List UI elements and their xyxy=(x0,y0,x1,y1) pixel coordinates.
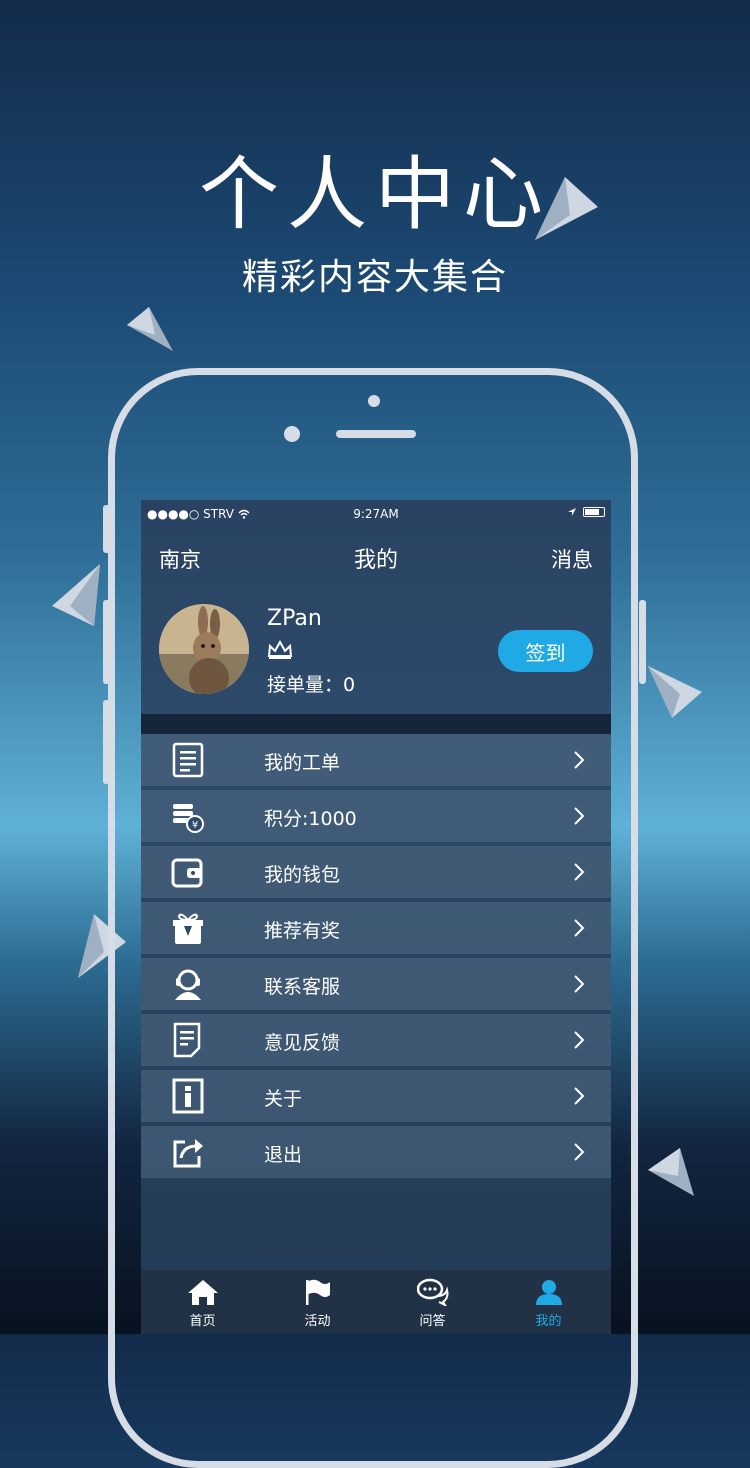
chevron-right-icon xyxy=(574,975,585,993)
gift-icon xyxy=(173,913,203,944)
flag-icon xyxy=(306,1279,330,1305)
chat-bubbles-icon xyxy=(417,1278,449,1306)
paper-plane-icon xyxy=(127,307,173,351)
tab-label: 问答 xyxy=(419,1314,446,1329)
menu-list: 我的工单 ¥ 积分:1000 我的钱包 推荐有奖 联系客服 意见反馈 关于 退出 xyxy=(141,734,611,1182)
menu-item-label: 我的钱包 xyxy=(264,864,341,886)
paper-plane-icon xyxy=(648,666,702,718)
feedback-form-icon xyxy=(173,1022,201,1058)
menu-item-about[interactable]: 关于 xyxy=(141,1070,611,1122)
menu-item-logout[interactable]: 退出 xyxy=(141,1126,611,1178)
paper-plane-icon xyxy=(648,1148,694,1196)
tab-label: 首页 xyxy=(189,1314,216,1329)
rabbit-avatar-image xyxy=(159,604,249,694)
sign-in-button[interactable]: 签到 xyxy=(498,630,593,672)
phone-sensor xyxy=(284,426,300,442)
username: ZPan xyxy=(267,606,322,631)
menu-item-work-orders[interactable]: 我的工单 xyxy=(141,734,611,786)
menu-item-referral[interactable]: 推荐有奖 xyxy=(141,902,611,954)
user-icon xyxy=(536,1280,562,1305)
tab-label: 我的 xyxy=(535,1314,562,1329)
phone-power-button xyxy=(639,600,646,684)
crown-icon xyxy=(267,640,293,659)
tab-mine[interactable]: 我的 xyxy=(490,1270,607,1334)
document-list-icon xyxy=(172,742,204,778)
chevron-right-icon xyxy=(574,919,585,937)
promo-subtitle: 精彩内容大集合 xyxy=(241,257,508,298)
paper-plane-icon xyxy=(535,177,598,240)
tab-label: 活动 xyxy=(304,1314,331,1329)
phone-mute-switch xyxy=(103,505,110,553)
page-title: 我的 xyxy=(353,548,398,573)
menu-item-label: 积分:1000 xyxy=(264,808,357,830)
section-divider xyxy=(141,714,611,734)
chevron-right-icon xyxy=(574,1143,585,1161)
menu-item-label: 我的工单 xyxy=(264,752,341,774)
phone-volume-up xyxy=(103,600,110,684)
paper-plane-icon xyxy=(52,564,100,626)
home-icon xyxy=(188,1280,218,1305)
battery-icon xyxy=(583,507,605,517)
menu-item-points[interactable]: ¥ 积分:1000 xyxy=(141,790,611,842)
nav-bar: 南京 我的 消息 xyxy=(141,528,611,588)
profile-card: ZPan 接单量：0 签到 xyxy=(141,588,611,714)
svg-text:¥: ¥ xyxy=(192,820,198,831)
menu-item-label: 联系客服 xyxy=(264,976,341,998)
menu-item-feedback[interactable]: 意见反馈 xyxy=(141,1014,611,1066)
promo-title: 个人中心 xyxy=(199,148,551,241)
app-screen: ●●●●○ STRV 9:27AM 南京 我的 消息 ZPan 接单量：0 签到… xyxy=(141,500,611,1334)
chevron-right-icon xyxy=(574,751,585,769)
info-icon xyxy=(172,1078,204,1114)
status-bar: ●●●●○ STRV 9:27AM xyxy=(141,500,611,528)
menu-item-label: 关于 xyxy=(264,1088,303,1110)
status-time: 9:27AM xyxy=(353,507,399,521)
phone-camera xyxy=(368,395,380,407)
menu-item-label: 意见反馈 xyxy=(264,1032,341,1054)
messages-link[interactable]: 消息 xyxy=(551,544,593,574)
avatar[interactable] xyxy=(159,604,249,694)
chevron-right-icon xyxy=(574,807,585,825)
menu-item-label: 退出 xyxy=(264,1144,303,1166)
status-right xyxy=(567,507,605,517)
exit-share-icon xyxy=(173,1139,203,1168)
chevron-right-icon xyxy=(574,1031,585,1049)
menu-item-label: 推荐有奖 xyxy=(264,920,341,942)
tab-home[interactable]: 首页 xyxy=(144,1270,261,1334)
menu-item-customer-service[interactable]: 联系客服 xyxy=(141,958,611,1010)
tab-bar: 首页 活动 问答 我的 xyxy=(141,1270,611,1334)
order-count: 接单量：0 xyxy=(267,674,356,696)
coins-icon: ¥ xyxy=(173,804,204,833)
phone-speaker xyxy=(336,430,416,438)
menu-item-wallet[interactable]: 我的钱包 xyxy=(141,846,611,898)
wallet-icon xyxy=(171,858,203,888)
tab-activities[interactable]: 活动 xyxy=(259,1270,376,1334)
chevron-right-icon xyxy=(574,863,585,881)
chevron-right-icon xyxy=(574,1087,585,1105)
tab-qa[interactable]: 问答 xyxy=(374,1270,491,1334)
location-arrow-icon xyxy=(568,508,576,516)
phone-volume-down xyxy=(103,700,110,784)
headset-icon xyxy=(175,969,201,1000)
